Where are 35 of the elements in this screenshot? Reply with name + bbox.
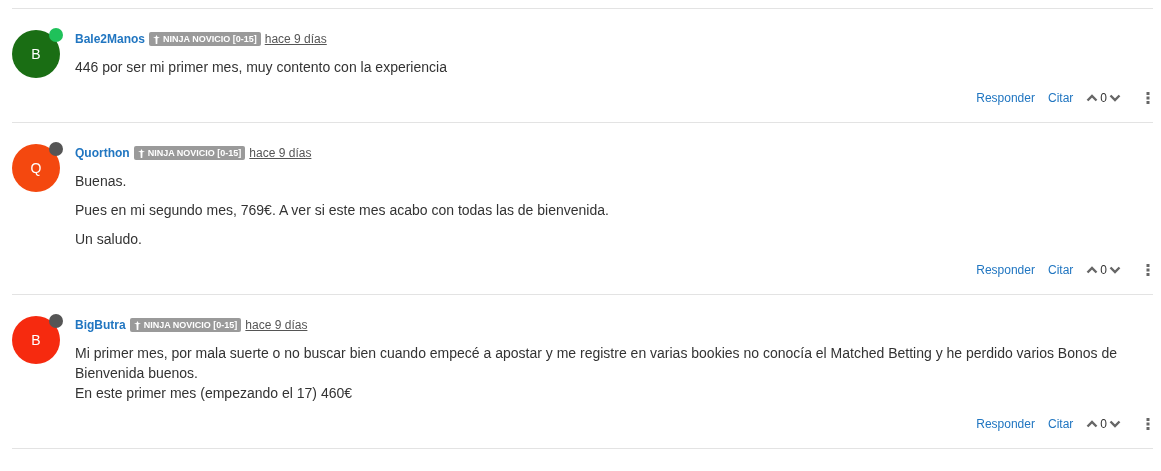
- timestamp-link[interactable]: hace 9 días: [249, 146, 312, 160]
- badge-label: NINJA NOVICIO [0-15]: [147, 148, 242, 158]
- downvote-icon[interactable]: [1109, 266, 1121, 274]
- badge-label: NINJA NOVICIO [0-15]: [143, 320, 238, 330]
- upvote-icon[interactable]: [1086, 94, 1099, 102]
- timestamp-link[interactable]: hace 9 días: [264, 32, 327, 46]
- username-link[interactable]: BigButra: [75, 318, 126, 332]
- reply-button[interactable]: Responder: [976, 263, 1035, 277]
- post-text: 446 por ser mi primer mes, muy contento con la experiencia: [75, 58, 448, 77]
- upvote-icon[interactable]: [1086, 266, 1099, 274]
- post-text: Un saludo.: [75, 230, 143, 249]
- user-avatar[interactable]: B: [12, 316, 60, 364]
- post-text: Buenas.: [75, 172, 128, 191]
- vote-count: 0: [1100, 91, 1107, 105]
- username-link[interactable]: Bale2Manos: [75, 32, 146, 46]
- downvote-icon[interactable]: [1109, 94, 1121, 102]
- user-avatar[interactable]: Q: [12, 144, 60, 192]
- downvote-icon[interactable]: [1109, 420, 1121, 428]
- user-avatar[interactable]: B: [12, 30, 60, 78]
- post-text: Pues en mi segundo mes, 769€. A ver si este mes acabo con todas las de bienvenida.: [75, 201, 610, 220]
- reply-button[interactable]: Responder: [976, 91, 1035, 105]
- timestamp-link[interactable]: hace 9 días: [245, 318, 308, 332]
- quote-button[interactable]: Citar: [1047, 417, 1074, 431]
- vote-count: 0: [1100, 417, 1107, 431]
- more-icon[interactable]: [1146, 92, 1150, 104]
- badge-label: NINJA NOVICIO [0-15]: [163, 34, 257, 44]
- upvote-icon[interactable]: [1086, 420, 1099, 428]
- quote-button[interactable]: Citar: [1047, 91, 1074, 105]
- more-icon[interactable]: [1146, 418, 1150, 430]
- vote-count: 0: [1100, 263, 1107, 277]
- username-link[interactable]: Quorthon: [75, 146, 130, 160]
- reply-button[interactable]: Responder: [976, 417, 1035, 431]
- quote-button[interactable]: Citar: [1047, 263, 1074, 277]
- more-icon[interactable]: [1146, 264, 1150, 276]
- post-text: Mi primer mes, por mala suerte o no buscar bien cuando empecé a apostar y me registre en varias bookies no conocía el Matched Betting y he perdido varios Bonos de Bienvenida buenos. En este primer mes (empezando el 17) 460€: [75, 344, 1118, 403]
